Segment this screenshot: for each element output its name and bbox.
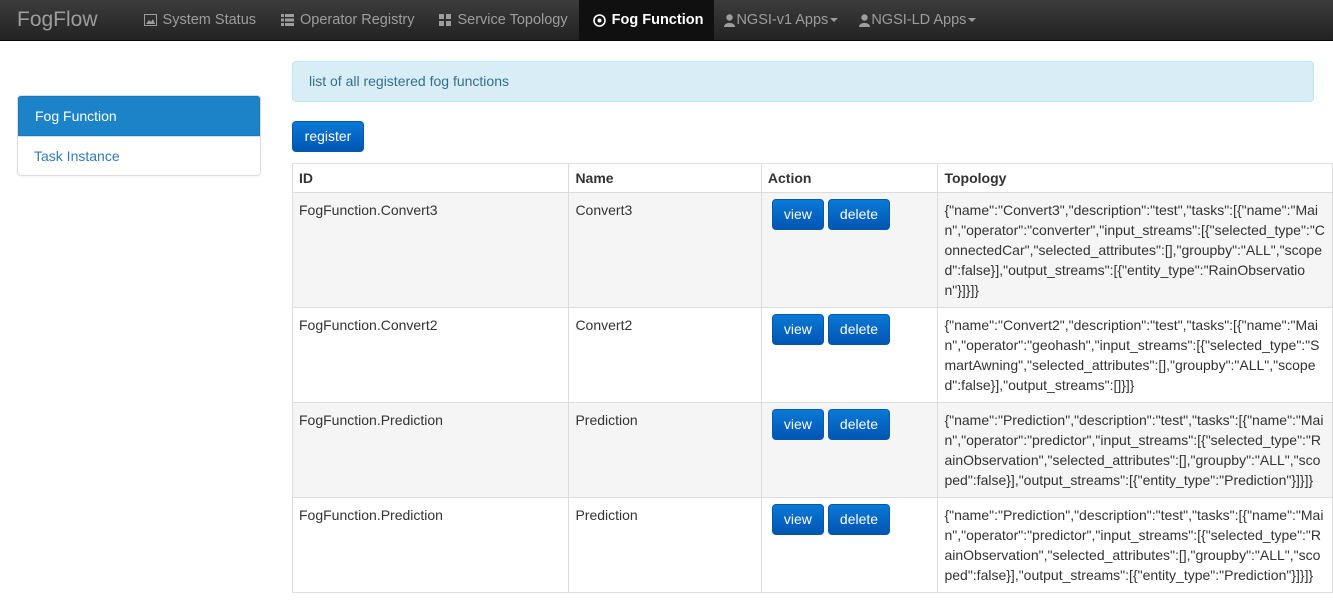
nav-label: NGSI-LD Apps — [871, 12, 967, 28]
table-row: FogFunction.Prediction Prediction view de… — [291, 497, 1333, 593]
cell-action: view delete — [760, 402, 939, 498]
fog-function-table: ID Name Action Topology FogFunction.Conv… — [291, 163, 1333, 593]
cell-name: Convert3 — [568, 192, 762, 308]
target-icon — [592, 13, 606, 27]
column-header-id: ID — [291, 163, 570, 193]
chevron-down-icon — [830, 18, 839, 22]
nav-label: Operator Registry — [300, 12, 415, 28]
cell-action: view delete — [760, 192, 939, 308]
top-navbar: FogFlow System Status Operator Registry … — [0, 0, 1333, 41]
nav-label: NGSI-v1 Apps — [736, 12, 829, 28]
nav-fog-function[interactable]: Fog Function — [578, 0, 715, 40]
chevron-down-icon — [968, 18, 977, 22]
image-icon — [143, 14, 157, 26]
delete-button[interactable]: delete — [827, 409, 891, 440]
cell-name: Convert2 — [568, 307, 762, 403]
nav-ngsi-ld-apps[interactable]: NGSI-LD Apps — [849, 0, 987, 40]
nav-label: Fog Function — [611, 12, 704, 28]
cell-id: FogFunction.Convert2 — [291, 307, 570, 403]
delete-button[interactable]: delete — [827, 504, 891, 535]
cell-topology: {"name":"Convert3","description":"test",… — [937, 192, 1333, 308]
table-row: FogFunction.Convert2 Convert2 view delete… — [291, 307, 1333, 403]
nav-service-topology[interactable]: Service Topology — [425, 0, 578, 40]
nav-label: Service Topology — [457, 12, 568, 28]
nav-operator-registry[interactable]: Operator Registry — [267, 0, 425, 40]
view-button[interactable]: view — [771, 409, 824, 440]
cell-id: FogFunction.Prediction — [291, 497, 570, 593]
cell-id: FogFunction.Convert3 — [291, 192, 570, 308]
cell-topology: {"name":"Convert2","description":"test",… — [937, 307, 1333, 403]
user-icon — [859, 13, 871, 27]
cell-action: view delete — [760, 497, 939, 593]
table-row: FogFunction.Prediction Prediction view de… — [291, 402, 1333, 498]
column-header-action: Action — [760, 163, 939, 193]
table-header-row: ID Name Action Topology — [291, 163, 1333, 193]
user-icon — [724, 13, 736, 27]
info-alert: list of all registered fog functions — [292, 61, 1314, 102]
cell-topology: {"name":"Prediction","description":"test… — [937, 402, 1333, 498]
cell-id: FogFunction.Prediction — [291, 402, 570, 498]
column-header-name: Name — [568, 163, 762, 193]
sidebar-item-fog-function[interactable]: Fog Function — [18, 96, 260, 136]
delete-button[interactable]: delete — [827, 199, 891, 230]
sidebar-item-task-instance[interactable]: Task Instance — [18, 136, 260, 175]
register-button[interactable]: register — [292, 121, 364, 152]
delete-button[interactable]: delete — [827, 314, 891, 345]
table-row: FogFunction.Convert3 Convert3 view delete… — [291, 192, 1333, 308]
cell-name: Prediction — [568, 497, 762, 593]
nav-system-status[interactable]: System Status — [130, 0, 267, 40]
brand-logo[interactable]: FogFlow — [0, 0, 130, 40]
cell-name: Prediction — [568, 402, 762, 498]
view-button[interactable]: view — [771, 199, 824, 230]
cell-action: view delete — [760, 307, 939, 403]
grid-icon — [439, 14, 452, 26]
sidebar: Fog Function Task Instance — [17, 95, 261, 176]
view-button[interactable]: view — [771, 504, 824, 535]
cell-topology: {"name":"Prediction","description":"test… — [937, 497, 1333, 593]
nav-ngsi-v1-apps[interactable]: NGSI-v1 Apps — [714, 0, 849, 40]
list-icon — [281, 14, 295, 26]
column-header-topology: Topology — [937, 163, 1333, 193]
view-button[interactable]: view — [771, 314, 824, 345]
nav-label: System Status — [162, 12, 257, 28]
